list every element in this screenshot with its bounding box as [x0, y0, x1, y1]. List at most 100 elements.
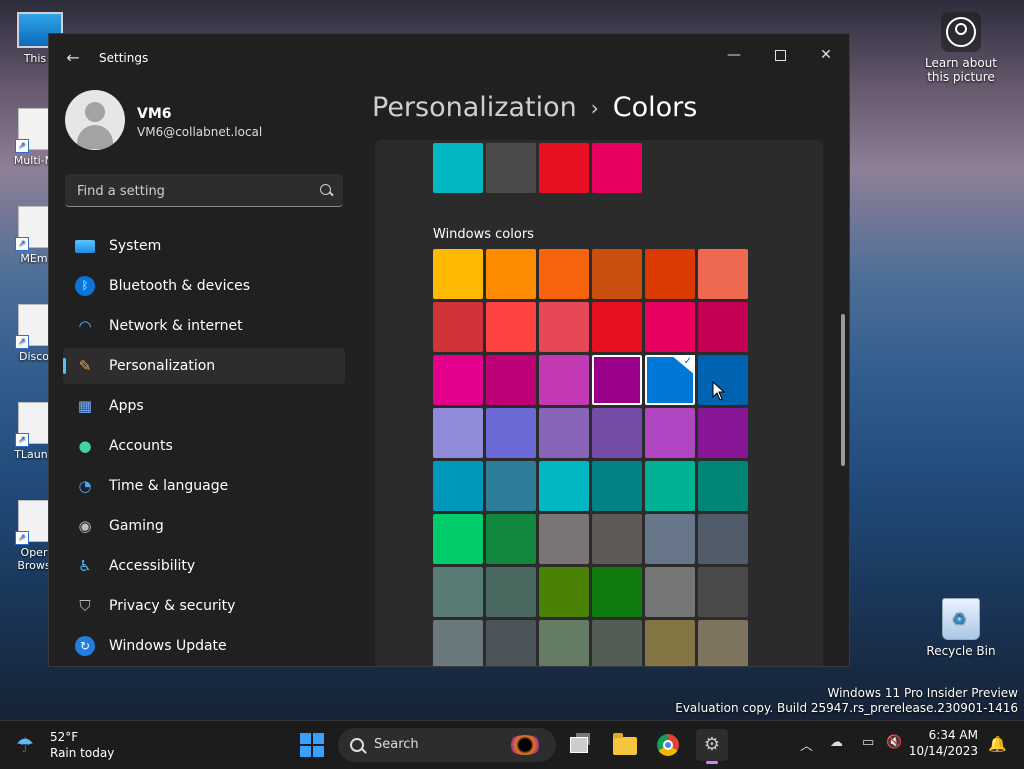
windows-color-swatch[interactable] [486, 620, 536, 666]
gear-icon: ⚙ [703, 734, 721, 755]
sidebar-item-network[interactable]: ◠ Network & internet [63, 308, 345, 344]
windows-color-swatch[interactable] [592, 408, 642, 458]
windows-color-swatch[interactable] [486, 249, 536, 299]
scrollbar-thumb[interactable] [841, 314, 845, 466]
tray-network-icon[interactable]: ☁ [830, 735, 843, 750]
windows-color-swatch[interactable] [592, 355, 642, 405]
windows-color-swatch[interactable] [486, 567, 536, 617]
windows-color-swatch[interactable] [486, 355, 536, 405]
settings-taskbar-button[interactable]: ⚙ [696, 729, 728, 764]
windows-color-swatch[interactable] [486, 514, 536, 564]
sidebar-item-system[interactable]: System [63, 228, 345, 264]
windows-color-swatch[interactable] [433, 408, 483, 458]
windows-color-swatch[interactable] [698, 249, 748, 299]
windows-color-swatch[interactable] [645, 461, 695, 511]
recycle-bin[interactable]: Recycle Bin [916, 598, 1006, 658]
taskbar-search-label: Search [374, 737, 419, 752]
windows-color-swatch[interactable] [433, 302, 483, 352]
windows-color-swatch[interactable] [486, 302, 536, 352]
file-explorer-button[interactable] [609, 729, 641, 761]
windows-color-swatch[interactable] [592, 514, 642, 564]
back-arrow-icon[interactable]: ← [63, 48, 83, 68]
bluetooth-icon: ᛒ [75, 276, 95, 296]
windows-color-swatch[interactable] [645, 249, 695, 299]
windows-color-swatch[interactable] [539, 567, 589, 617]
taskbar-search[interactable]: Search [338, 728, 556, 762]
recent-color-swatch[interactable] [592, 143, 642, 193]
windows-color-swatch[interactable]: ✓ [645, 355, 695, 405]
windows-color-swatch[interactable] [698, 408, 748, 458]
windows-color-swatch[interactable] [592, 620, 642, 666]
sidebar-item-label: Bluetooth & devices [109, 278, 251, 294]
windows-color-swatch[interactable] [592, 567, 642, 617]
windows-color-swatch[interactable] [433, 514, 483, 564]
tray-volume-icon[interactable]: 🔇 [886, 735, 902, 750]
windows-color-swatch[interactable] [645, 408, 695, 458]
tray-display-icon[interactable]: ▭ [862, 735, 874, 750]
windows-color-swatch[interactable] [433, 461, 483, 511]
task-view-button[interactable] [564, 729, 596, 761]
sidebar-item-windows-update[interactable]: ↻ Windows Update [63, 628, 345, 664]
windows-color-swatch[interactable] [433, 249, 483, 299]
windows-color-swatch[interactable] [486, 408, 536, 458]
sidebar-item-time-language[interactable]: ◔ Time & language [63, 468, 345, 504]
user-profile[interactable]: VM6 VM6@collabnet.local [65, 90, 355, 154]
sidebar-item-privacy[interactable]: ⛉ Privacy & security [63, 588, 345, 624]
clock-time: 6:34 AM [928, 728, 978, 742]
watermark-line-1: Windows 11 Pro Insider Preview [827, 686, 1018, 700]
windows-color-swatch[interactable] [433, 567, 483, 617]
minimize-button[interactable]: — [711, 40, 757, 72]
recent-color-swatch[interactable] [433, 143, 483, 193]
chrome-button[interactable] [652, 729, 684, 761]
windows-color-swatch[interactable] [539, 302, 589, 352]
windows-color-swatch[interactable] [539, 461, 589, 511]
maximize-button[interactable] [757, 40, 803, 72]
windows-color-swatch[interactable] [539, 249, 589, 299]
windows-color-swatch[interactable] [486, 461, 536, 511]
windows-color-swatch[interactable] [433, 355, 483, 405]
windows-color-swatch[interactable] [698, 620, 748, 666]
sidebar-item-gaming[interactable]: ◉ Gaming [63, 508, 345, 544]
brush-icon: ✎ [78, 357, 92, 375]
breadcrumb: Personalization › Colors [372, 92, 697, 123]
clock[interactable]: 6:34 AM 10/14/2023 [908, 727, 978, 759]
breadcrumb-parent[interactable]: Personalization [372, 92, 577, 123]
notification-bell-icon[interactable]: 🔔 [988, 735, 1007, 753]
title-bar[interactable]: ← Settings — ✕ [49, 34, 849, 82]
recent-color-swatch[interactable] [539, 143, 589, 193]
windows-color-swatch[interactable] [539, 620, 589, 666]
learn-about-picture[interactable]: Learn about this picture [916, 12, 1006, 84]
sidebar-item-personalization[interactable]: ✎ Personalization [63, 348, 345, 384]
file-shortcut-icon: ↗ [15, 402, 50, 447]
windows-color-swatch[interactable] [592, 461, 642, 511]
windows-color-swatch[interactable] [592, 302, 642, 352]
windows-color-swatch[interactable] [433, 620, 483, 666]
windows-color-swatch[interactable] [698, 567, 748, 617]
windows-color-swatch[interactable] [539, 355, 589, 405]
search-input[interactable] [75, 174, 309, 208]
recent-color-swatch[interactable] [486, 143, 536, 193]
windows-color-swatch[interactable] [592, 249, 642, 299]
sidebar-item-accessibility[interactable]: ♿ Accessibility [63, 548, 345, 584]
sidebar-item-label: Time & language [109, 478, 229, 494]
windows-color-swatch[interactable] [645, 514, 695, 564]
windows-color-swatch[interactable] [698, 514, 748, 564]
file-shortcut-icon: ↗ [15, 500, 50, 545]
start-button[interactable] [300, 733, 324, 757]
sidebar-item-bluetooth[interactable]: ᛒ Bluetooth & devices [63, 268, 345, 304]
windows-color-swatch[interactable] [539, 408, 589, 458]
weather-widget[interactable]: ☂ 52°F Rain today [16, 729, 136, 761]
window-title: Settings [99, 51, 149, 65]
windows-color-swatch[interactable] [645, 620, 695, 666]
windows-color-swatch[interactable] [698, 302, 748, 352]
chrome-icon [657, 734, 679, 756]
search-icon[interactable] [320, 184, 331, 195]
close-button[interactable]: ✕ [803, 40, 849, 72]
sidebar-item-accounts[interactable]: ● Accounts [63, 428, 345, 464]
windows-color-swatch[interactable] [539, 514, 589, 564]
show-hidden-icons-button[interactable]: ︿ [800, 735, 813, 754]
windows-color-swatch[interactable] [645, 567, 695, 617]
sidebar-item-apps[interactable]: ▦ Apps [63, 388, 345, 424]
windows-color-swatch[interactable] [698, 461, 748, 511]
windows-color-swatch[interactable] [645, 302, 695, 352]
